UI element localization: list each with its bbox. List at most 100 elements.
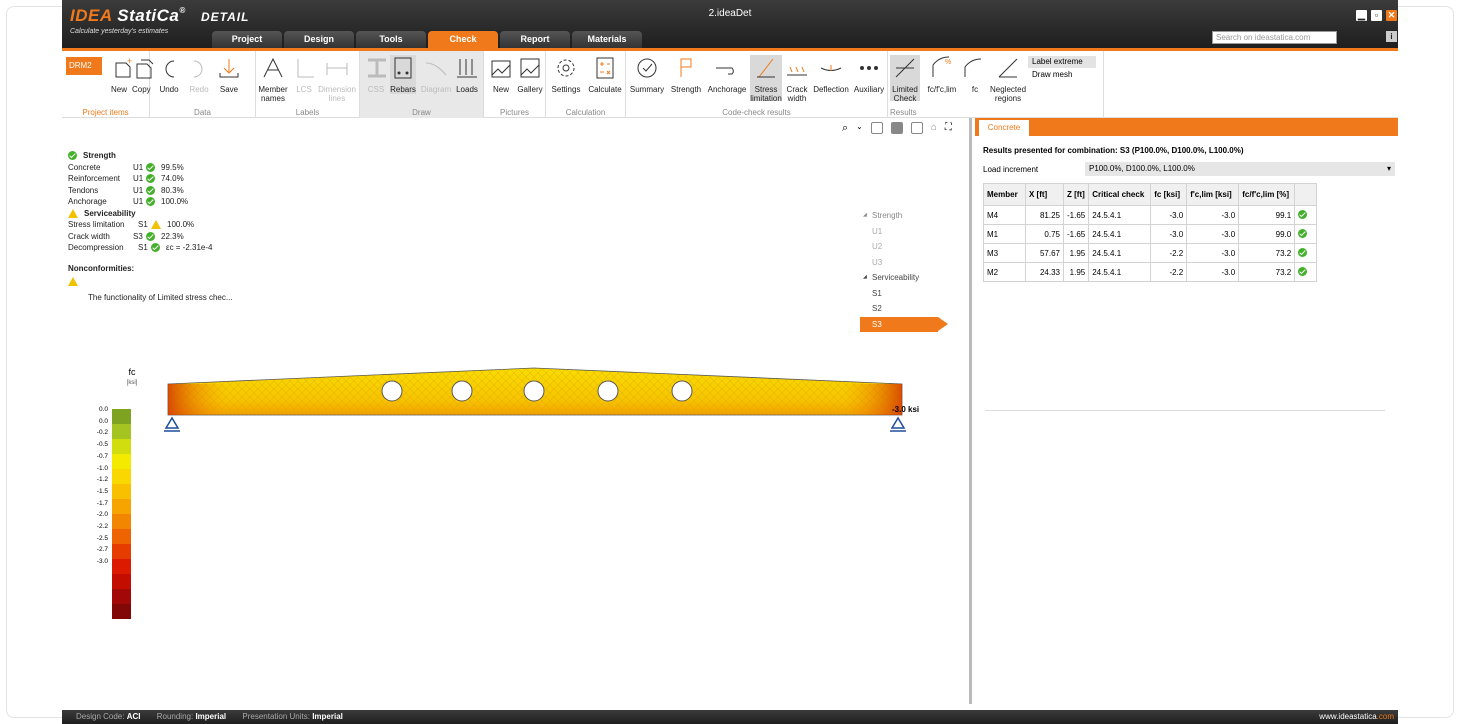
tree-item-s2[interactable]: S2 <box>860 301 950 317</box>
stress-limitation-icon <box>757 58 775 78</box>
crack-width-button[interactable]: Crack width <box>784 55 810 103</box>
tab-concrete[interactable]: Concrete <box>979 120 1029 136</box>
combination-title: Results presented for combination: S3 (P… <box>983 146 1244 155</box>
tab-tools[interactable]: Tools <box>356 31 426 48</box>
settings-button[interactable]: Settings <box>548 55 584 94</box>
nonconformity-message[interactable]: The functionality of Limited stress chec… <box>88 292 233 304</box>
deflection-icon <box>820 65 842 71</box>
home-icon[interactable]: ⌂ <box>931 122 937 135</box>
tree-item-s3[interactable]: S3 <box>860 316 948 332</box>
serviceability-header: Serviceability <box>68 208 233 220</box>
legend-swatch <box>112 559 131 575</box>
legend-swatch <box>112 514 131 530</box>
tree-item-u2[interactable]: U2 <box>860 239 950 255</box>
label-extreme-toggle[interactable]: Label extreme <box>1028 56 1096 68</box>
calculate-button[interactable]: Calculate <box>586 55 624 94</box>
table-row[interactable]: M3 57.67 1.95 24.5.4.1 -2.2 -3.0 73.2 <box>983 243 1318 263</box>
status-bar: Design Code: ACI Rounding: Imperial Pres… <box>62 710 1398 724</box>
table-row[interactable]: M4 81.25 -1.65 24.5.4.1 -3.0 -3.0 99.1 <box>983 205 1318 225</box>
tagline: Calculate yesterday's estimates <box>70 28 169 35</box>
legend-label: -0.7 <box>96 452 108 460</box>
neglected-regions-button[interactable]: Neglected regions <box>990 55 1026 103</box>
load-increment-select[interactable]: P100.0%, D100.0%, L100.0% <box>1085 162 1395 176</box>
summary-button[interactable]: Summary <box>628 55 666 94</box>
legend-label: -2.7 <box>96 546 108 554</box>
lcs-button[interactable]: LCS <box>292 55 316 94</box>
strength-icon <box>680 58 692 77</box>
summary-row: Crack width S3 22.3% <box>68 231 184 241</box>
tree-item-u1[interactable]: U1 <box>860 224 950 240</box>
legend-label: -1.5 <box>96 487 108 495</box>
member-names-button[interactable]: Member names <box>256 55 290 103</box>
summary-row: Stress limitation S1 100.0% <box>68 220 195 230</box>
solid-view-icon[interactable] <box>890 122 903 134</box>
search-input[interactable]: Search on ideastatica.com <box>1212 31 1337 44</box>
drm-dropdown[interactable]: DRM2 <box>66 57 102 75</box>
legend-swatch <box>112 484 131 500</box>
ok-icon <box>146 174 155 184</box>
fullscreen-icon[interactable]: ⛶ <box>945 122 952 135</box>
gallery-icon <box>520 58 540 78</box>
zoom-icon[interactable]: ⌕ <box>842 122 848 135</box>
css-button[interactable]: CSS <box>364 55 388 94</box>
results-pane: Concrete Results presented for combinati… <box>975 118 1398 704</box>
tree-node-strength[interactable]: Strength <box>860 208 950 224</box>
title-bar: IDEA StatiCa® DETAIL Calculate yesterday… <box>62 0 1398 48</box>
rebars-button[interactable]: Rebars <box>390 55 416 94</box>
legend-label: -2.0 <box>96 511 108 519</box>
maximize-icon[interactable]: ▫ <box>1371 10 1382 21</box>
tab-design[interactable]: Design <box>284 31 354 48</box>
auxiliary-button[interactable]: Auxiliary <box>852 55 886 94</box>
minimize-icon[interactable]: ▁ <box>1356 10 1367 21</box>
gallery-button[interactable]: Gallery <box>516 55 544 94</box>
undo-icon <box>165 60 175 78</box>
undo-button[interactable]: Undo <box>156 55 182 94</box>
right-support-icon <box>890 416 906 432</box>
close-icon[interactable]: ✕ <box>1386 10 1397 21</box>
copy-button[interactable]: Copy <box>132 55 154 94</box>
axes-icon <box>297 59 314 78</box>
anchorage-button[interactable]: Anchorage <box>706 55 748 94</box>
view-dropdown-icon[interactable]: ⌄ <box>856 122 863 135</box>
shaded-view-icon[interactable] <box>910 122 923 134</box>
fc-ratio-button[interactable]: % fc/f'c,lim <box>924 55 960 94</box>
loads-button[interactable]: Loads <box>454 55 480 94</box>
table-row[interactable]: M1 0.75 -1.65 24.5.4.1 -3.0 -3.0 99.0 <box>983 224 1318 244</box>
tab-materials[interactable]: Materials <box>572 31 642 48</box>
website-link[interactable]: www.ideastatica.com <box>1319 710 1394 724</box>
limited-check-button[interactable]: Limited Check <box>890 55 920 103</box>
legend-swatch <box>112 439 131 455</box>
strength-button[interactable]: Strength <box>668 55 704 94</box>
redo-button[interactable]: Redo <box>186 55 212 94</box>
group-project-items: DRM2 + New Copy Project items <box>62 51 154 118</box>
draw-mesh-toggle[interactable]: Draw mesh <box>1028 70 1072 79</box>
design-code-value: ACI <box>126 712 141 721</box>
web-opening <box>523 380 545 402</box>
new-picture-button[interactable]: New <box>488 55 514 94</box>
wireframe-view-icon[interactable] <box>870 122 883 134</box>
web-opening <box>671 380 693 402</box>
tree-node-serviceability[interactable]: Serviceability <box>860 270 950 286</box>
tree-item-s1[interactable]: S1 <box>860 286 950 302</box>
load-increment-label: Load increment <box>983 165 1039 174</box>
tab-report[interactable]: Report <box>500 31 570 48</box>
stress-limitation-button[interactable]: Stress limitation <box>750 55 782 103</box>
crack-icon <box>787 66 807 76</box>
table-row[interactable]: M2 24.33 1.95 24.5.4.1 -2.2 -3.0 73.2 <box>983 262 1318 282</box>
legend-swatch <box>112 499 131 515</box>
legend-label: -1.0 <box>96 464 108 472</box>
save-button[interactable]: Save <box>216 55 242 94</box>
diagram-button[interactable]: Diagram <box>420 55 452 94</box>
tab-check[interactable]: Check <box>428 31 498 48</box>
fc-curve-icon <box>964 58 982 77</box>
dimension-lines-button[interactable]: Dimension lines <box>318 55 356 103</box>
table-header-row: Member X [ft] Z [ft] Critical check fc [… <box>983 183 1318 206</box>
new-button[interactable]: + New <box>110 55 132 94</box>
fc-button[interactable]: fc <box>962 55 988 94</box>
info-icon[interactable]: i <box>1386 31 1397 42</box>
deflection-button[interactable]: Deflection <box>812 55 850 94</box>
warning-icon <box>151 220 161 230</box>
legend-label: 0.0 <box>98 417 108 425</box>
tree-item-u3[interactable]: U3 <box>860 255 950 271</box>
tab-project[interactable]: Project <box>212 31 282 48</box>
